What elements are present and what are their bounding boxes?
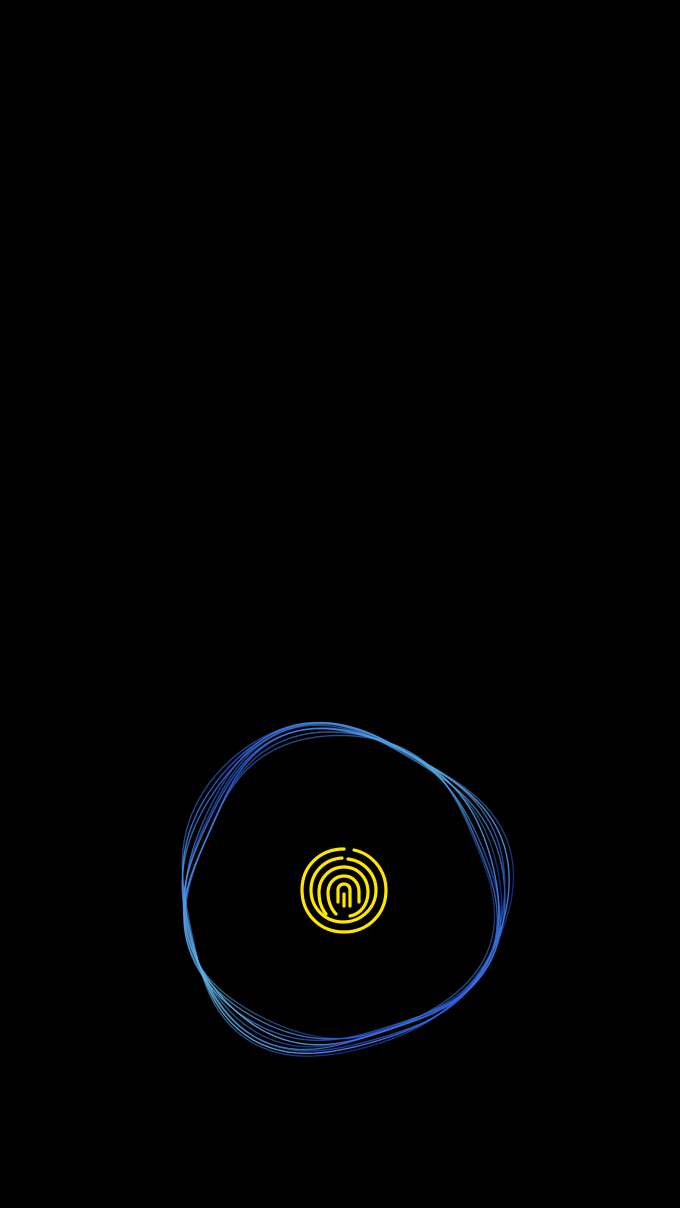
fingerprint-icon[interactable] — [298, 844, 390, 936]
lock-screen — [0, 0, 680, 1208]
